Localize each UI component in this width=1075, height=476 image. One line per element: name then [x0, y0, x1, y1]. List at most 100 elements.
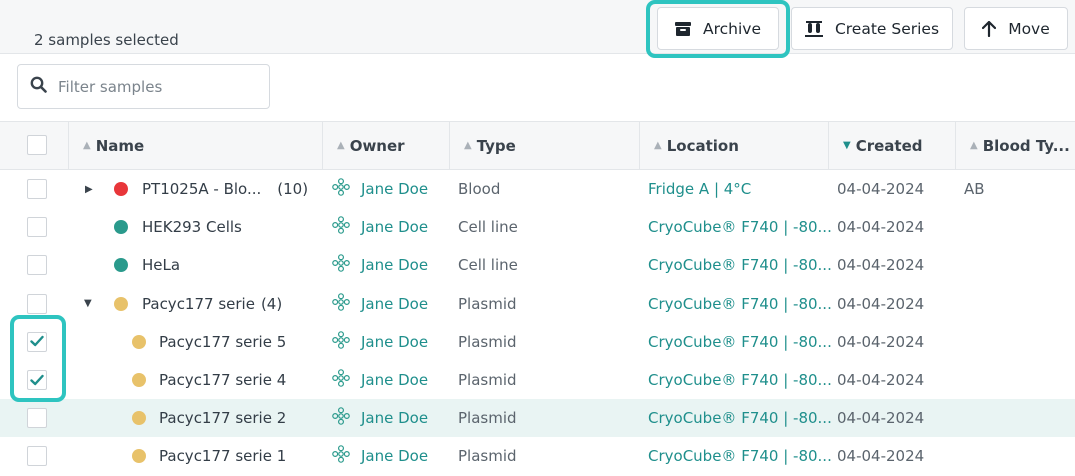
sample-color-dot	[114, 170, 128, 208]
type-cell: Plasmid	[458, 371, 517, 389]
sort-icon: ▲︎	[83, 140, 91, 151]
owner-name: Jane Doe	[361, 218, 429, 237]
owner-avatar-icon	[331, 368, 361, 392]
location-link[interactable]: CryoCube® F740 | -80...	[648, 208, 832, 246]
owner-avatar-icon	[331, 215, 361, 239]
owner-cell[interactable]: Jane Doe	[331, 399, 428, 437]
column-header-type[interactable]: ▲︎ Type	[449, 122, 639, 169]
type-cell: Blood	[458, 180, 501, 198]
blood-type: AB	[964, 180, 985, 198]
owner-avatar-icon	[331, 177, 361, 201]
column-header-owner[interactable]: ▲︎ Owner	[322, 122, 449, 169]
sort-icon: ▲︎	[654, 140, 662, 151]
location-link[interactable]: CryoCube® F740 | -80...	[648, 285, 832, 323]
row-checkbox[interactable]	[27, 446, 47, 467]
owner-name: Jane Doe	[361, 256, 429, 275]
owner-cell[interactable]: Jane Doe	[331, 208, 428, 246]
collapse-caret-icon[interactable]: ▼︎	[84, 285, 92, 323]
select-all-checkbox[interactable]	[27, 135, 47, 155]
type-cell: Plasmid	[458, 294, 517, 313]
owner-cell[interactable]: Jane Doe	[331, 323, 428, 361]
location-link[interactable]: CryoCube® F740 | -80...	[648, 361, 832, 399]
sample-name-cell[interactable]: HEK293 Cells	[142, 208, 242, 246]
table-row[interactable]: Pacyc177 serie 5 Jane Doe Plasmid CryoCube®…	[0, 323, 1075, 361]
created-date: 04-04-2024	[837, 218, 925, 237]
sample-name: Pacyc177 serie	[142, 294, 255, 313]
move-button[interactable]: Move	[964, 7, 1068, 50]
checkmark-icon	[30, 371, 44, 390]
sample-name-cell[interactable]: Pacyc177 serie 1	[159, 437, 286, 475]
move-button-label: Move	[1008, 19, 1050, 38]
table-row[interactable]: Pacyc177 serie 4 Jane Doe Plasmid CryoCube®…	[0, 361, 1075, 399]
selection-count: 2 samples selected	[34, 31, 179, 49]
table-row[interactable]: Pacyc177 serie 2 Jane Doe Plasmid CryoCube®…	[0, 399, 1075, 438]
sort-icon: ▲︎	[337, 140, 345, 151]
sample-name-cell[interactable]: Pacyc177 serie 4	[159, 361, 286, 399]
created-date: 04-04-2024	[837, 332, 925, 351]
row-checkbox[interactable]	[27, 331, 47, 352]
sample-name-cell[interactable]: Pacyc177 serie 5	[159, 323, 286, 361]
owner-name: Jane Doe	[361, 294, 429, 313]
owner-cell[interactable]: Jane Doe	[331, 285, 428, 323]
table-row[interactable]: ▼︎ Pacyc177 serie (4) Jane Doe Plasmid CryoCu…	[0, 285, 1075, 323]
filter-samples-input[interactable]	[56, 76, 260, 97]
table-row[interactable]: ▶︎ PT1025A - Blo... (10) Jane Doe Blood Fridg…	[0, 170, 1075, 208]
sample-name-cell[interactable]: PT1025A - Blo... (10)	[142, 170, 308, 208]
type-cell: Plasmid	[458, 409, 517, 428]
arrow-up-icon	[982, 20, 997, 37]
owner-avatar-icon	[331, 406, 361, 430]
row-checkbox[interactable]	[27, 293, 47, 314]
sample-name: PT1025A - Blo...	[142, 180, 262, 198]
column-header-created[interactable]: ▼︎ Created	[828, 122, 955, 169]
column-header-name[interactable]: ▲︎ Name	[68, 122, 322, 169]
location-link[interactable]: CryoCube® F740 | -80...	[648, 437, 832, 475]
sample-name: Pacyc177 serie 2	[159, 409, 287, 428]
owner-avatar-icon	[331, 292, 361, 316]
table-row[interactable]: HEK293 Cells Jane Doe Cell line CryoCube® F…	[0, 208, 1075, 246]
owner-cell[interactable]: Jane Doe	[331, 361, 428, 399]
sample-color-dot	[132, 361, 146, 399]
table-row[interactable]: HeLa Jane Doe Cell line CryoCube® F740 | -8…	[0, 246, 1075, 284]
sample-name: Pacyc177 serie 4	[159, 371, 287, 389]
column-header-blood-type[interactable]: ▲︎ Blood Ty...	[955, 122, 1075, 169]
owner-avatar-icon	[331, 330, 361, 354]
archive-button[interactable]: Archive	[657, 7, 779, 50]
created-date: 04-04-2024	[837, 371, 925, 389]
owner-name: Jane Doe	[361, 371, 429, 389]
sample-color-dot	[132, 323, 146, 361]
owner-cell[interactable]: Jane Doe	[331, 437, 428, 475]
owner-name: Jane Doe	[361, 180, 429, 198]
archive-box-icon	[675, 21, 691, 37]
row-checkbox[interactable]	[27, 370, 47, 390]
create-series-button[interactable]: Create Series	[791, 7, 953, 50]
row-checkbox[interactable]	[27, 408, 47, 429]
child-count: (10)	[277, 180, 309, 198]
created-date: 04-04-2024	[837, 256, 925, 275]
sample-color-dot	[132, 437, 146, 475]
column-header-location[interactable]: ▲︎ Location	[639, 122, 828, 169]
row-checkbox[interactable]	[27, 255, 47, 276]
sample-name-cell[interactable]: Pacyc177 serie (4)	[142, 285, 282, 323]
owner-name: Jane Doe	[361, 332, 429, 351]
expand-caret-icon[interactable]: ▶︎	[85, 170, 93, 208]
sample-name: Pacyc177 serie 5	[159, 332, 287, 351]
location-link[interactable]: CryoCube® F740 | -80...	[648, 399, 832, 437]
search-icon	[18, 76, 47, 97]
row-checkbox[interactable]	[27, 217, 47, 238]
owner-cell[interactable]: Jane Doe	[331, 170, 428, 208]
sample-name-cell[interactable]: HeLa	[142, 246, 180, 284]
sample-name-cell[interactable]: Pacyc177 serie 2	[159, 399, 286, 437]
owner-cell[interactable]: Jane Doe	[331, 246, 428, 284]
location-link[interactable]: CryoCube® F740 | -80...	[648, 246, 832, 284]
sort-descending-icon: ▼︎	[843, 140, 851, 151]
sample-color-dot	[114, 285, 128, 323]
row-checkbox[interactable]	[27, 179, 47, 199]
location-link[interactable]: Fridge A | 4°C	[648, 170, 751, 208]
table-row[interactable]: Pacyc177 serie 1 Jane Doe Plasmid CryoCube®…	[0, 437, 1075, 475]
child-count: (4)	[260, 294, 283, 313]
created-date: 04-04-2024	[837, 294, 925, 313]
filter-samples-field[interactable]	[17, 64, 270, 109]
sort-icon: ▲︎	[464, 140, 472, 151]
type-cell: Plasmid	[458, 332, 517, 351]
location-link[interactable]: CryoCube® F740 | -80...	[648, 323, 832, 361]
